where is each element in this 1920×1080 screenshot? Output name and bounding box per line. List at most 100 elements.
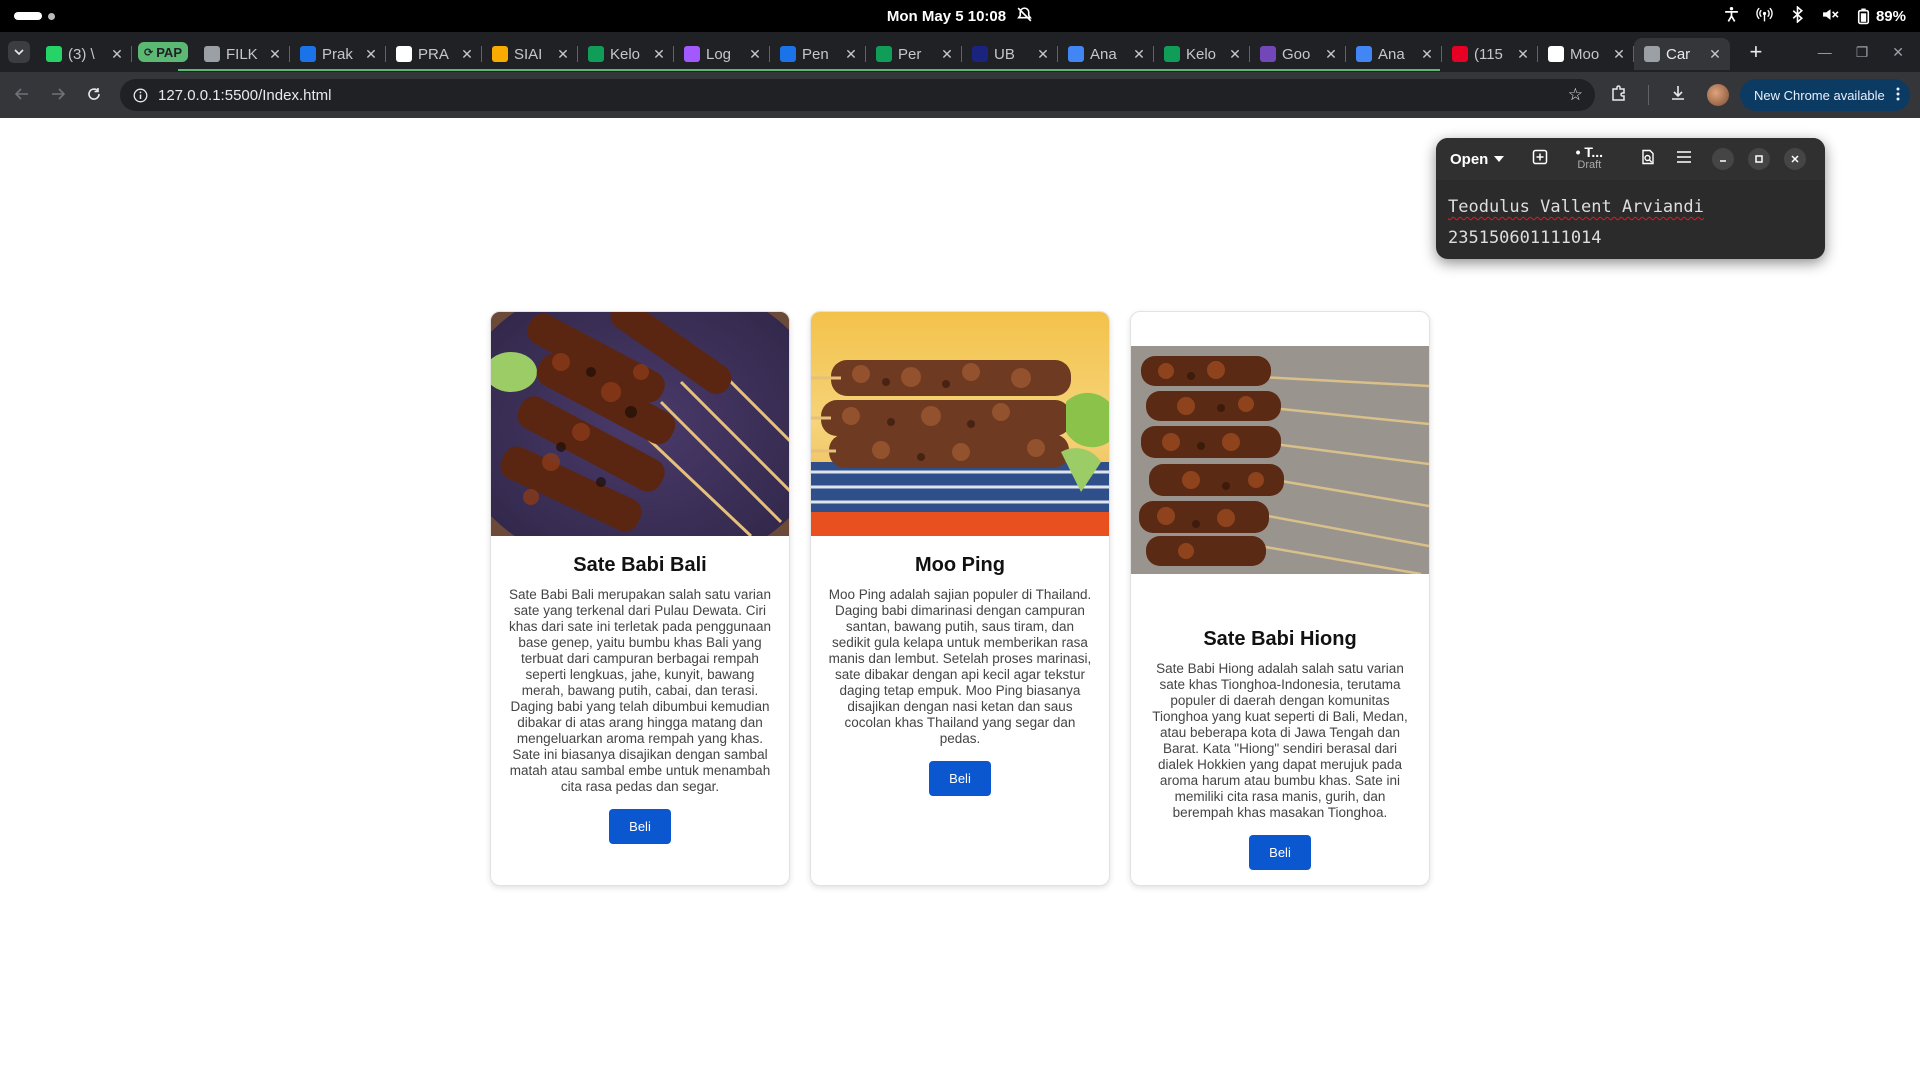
close-tab-icon[interactable]: ✕ (1228, 47, 1242, 61)
tab-search-button[interactable] (8, 41, 30, 63)
moo-ping-image (811, 312, 1109, 536)
close-tab-icon[interactable]: ✕ (1324, 47, 1338, 61)
caret-down-icon (1494, 156, 1505, 162)
browser-tab[interactable]: Ana ✕ (1058, 38, 1154, 70)
browser-tab[interactable]: Prak ✕ (290, 38, 386, 70)
close-tab-icon[interactable]: ✕ (1612, 47, 1626, 61)
close-tab-icon[interactable]: ✕ (268, 47, 282, 61)
update-label: New Chrome available (1754, 87, 1885, 103)
system-tray[interactable]: 89% (1646, 4, 1920, 27)
maximize-icon[interactable] (1748, 148, 1771, 170)
tab-title: UB (993, 45, 1015, 63)
back-button[interactable] (4, 85, 40, 106)
browser-tab[interactable]: SIAI ✕ (482, 38, 578, 70)
card-description: Moo Ping adalah sajian populer di Thaila… (828, 587, 1092, 746)
sheets-icon (1163, 46, 1180, 62)
globe-icon (1643, 46, 1660, 62)
browser-tab[interactable]: FILK ✕ (194, 38, 290, 70)
close-tab-icon[interactable]: ✕ (1036, 47, 1050, 61)
bluetooth-icon (1789, 4, 1806, 27)
browser-tab[interactable]: Kelo ✕ (578, 38, 674, 70)
google-icon (1547, 46, 1564, 62)
chrome-update-button[interactable]: New Chrome available (1740, 79, 1910, 111)
close-tab-icon[interactable]: ✕ (1708, 47, 1722, 61)
tab-title: Pen (801, 45, 829, 63)
editor-text-area[interactable]: Teodulus Vallent Arviandi 23515060111101… (1436, 180, 1825, 259)
close-tab-icon[interactable]: ✕ (1420, 47, 1434, 61)
close-tab-icon[interactable]: ✕ (844, 47, 858, 61)
tab-group-chip[interactable]: ⟳ PAP (138, 42, 188, 62)
tab-title: (3) \ (68, 45, 95, 63)
ub-icon (971, 46, 988, 62)
tab-group-label: PAP (156, 44, 182, 60)
activities-indicator[interactable] (0, 12, 274, 20)
forms-icon (1259, 46, 1276, 62)
hamburger-menu-icon[interactable] (1670, 150, 1698, 169)
browser-tab[interactable]: Kelo ✕ (1154, 38, 1250, 70)
browser-tab[interactable]: Car ✕ (1633, 38, 1730, 70)
volume-muted-icon (1822, 6, 1839, 27)
extensions-icon[interactable] (1610, 84, 1628, 107)
close-tab-icon[interactable]: ✕ (1132, 47, 1146, 61)
battery-indicator: 89% (1855, 8, 1906, 25)
close-tab-icon[interactable]: ✕ (652, 47, 666, 61)
tab-title: Kelo (609, 45, 641, 63)
editor-header-bar: Open • T... Draft (1436, 138, 1825, 180)
reload-button[interactable] (76, 85, 112, 106)
browser-tab[interactable]: Moo ✕ (1538, 38, 1634, 70)
minimize-icon[interactable]: — (1818, 44, 1832, 61)
card-title: Moo Ping (915, 554, 1005, 576)
close-window-icon[interactable]: ✕ (1892, 44, 1904, 61)
new-document-icon[interactable] (1526, 149, 1554, 170)
browser-tab[interactable]: Ana ✕ (1346, 38, 1442, 70)
close-tab-icon[interactable]: ✕ (940, 47, 954, 61)
open-button[interactable]: Open (1450, 151, 1505, 168)
browser-tab[interactable]: Per ✕ (866, 38, 962, 70)
find-replace-icon[interactable] (1634, 149, 1662, 170)
sheets-icon (587, 46, 604, 62)
address-bar[interactable]: 127.0.0.1:5500/Index.html ☆ (120, 79, 1595, 111)
browser-tab[interactable]: Goo ✕ (1250, 38, 1346, 70)
tab-title: SIAI (513, 45, 543, 63)
site-info-icon[interactable] (130, 88, 150, 103)
accessibility-icon[interactable] (1723, 6, 1740, 27)
browser-tab[interactable]: UB ✕ (962, 38, 1058, 70)
close-tab-icon[interactable]: ✕ (1516, 47, 1530, 61)
github-icon (395, 46, 412, 62)
url-text: 127.0.0.1:5500/Index.html (158, 86, 332, 104)
close-tab-icon[interactable]: ✕ (460, 47, 474, 61)
tab-list: (3) \ ✕ ⟳ PAP FILK ✕ Prak ✕ PRA ✕ SIAI ✕ Kelo ✕ Log ✕ Pe… (36, 32, 1730, 72)
clock-label: Mon May 5 10:08 (886, 7, 1007, 25)
editor-line-1: Teodulus Vallent Arviandi (1448, 197, 1704, 217)
classroom-icon (779, 46, 796, 62)
browser-tab[interactable]: (115 ✕ (1442, 38, 1538, 70)
arrow-left-icon (14, 87, 28, 100)
kebab-menu-icon[interactable] (1896, 87, 1900, 104)
browser-tab[interactable]: Pen ✕ (770, 38, 866, 70)
download-icon[interactable] (1669, 84, 1687, 107)
restore-icon[interactable]: ❐ (1856, 44, 1869, 61)
forward-button[interactable] (40, 85, 76, 106)
close-tab-icon[interactable]: ✕ (110, 47, 124, 61)
buy-button[interactable]: Beli (929, 761, 991, 796)
tab-title: (115 (1473, 45, 1503, 63)
clock[interactable]: Mon May 5 10:08 (887, 6, 1033, 27)
close-tab-icon[interactable]: ✕ (556, 47, 570, 61)
browser-tab[interactable]: Log ✕ (674, 38, 770, 70)
tab-title: Ana (1377, 45, 1405, 63)
close-tab-icon[interactable]: ✕ (748, 47, 762, 61)
new-tab-button[interactable]: + (1744, 39, 1768, 65)
sheets-icon (875, 46, 892, 62)
browser-tab[interactable]: (3) \ ✕ (36, 38, 132, 70)
buy-button[interactable]: Beli (1249, 835, 1311, 870)
buy-button[interactable]: Beli (609, 809, 671, 844)
browser-tab[interactable]: PRA ✕ (386, 38, 482, 70)
browser-tab-strip: (3) \ ✕ ⟳ PAP FILK ✕ Prak ✕ PRA ✕ SIAI ✕ Kelo ✕ Log ✕ Pe… (0, 32, 1920, 72)
close-tab-icon[interactable]: ✕ (364, 47, 378, 61)
profile-avatar[interactable] (1707, 84, 1729, 106)
close-icon[interactable] (1784, 148, 1807, 170)
tab-group-underline (178, 69, 1440, 71)
bookmark-star-icon[interactable]: ☆ (1568, 85, 1583, 105)
minimize-icon[interactable] (1712, 148, 1735, 170)
card-body: Sate Babi Bali Sate Babi Bali merupakan … (491, 536, 789, 844)
